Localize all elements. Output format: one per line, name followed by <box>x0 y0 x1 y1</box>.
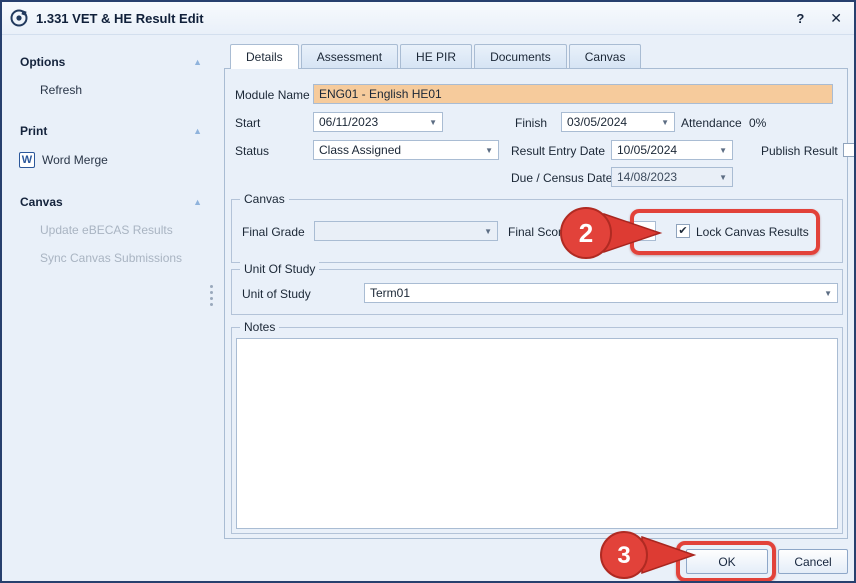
sidebar-section-options[interactable]: Options ▲ <box>10 48 212 76</box>
unit-of-study-group-title: Unit Of Study <box>240 262 319 276</box>
status-label: Status <box>235 141 269 161</box>
chevron-down-icon[interactable]: ▼ <box>819 289 832 298</box>
app-icon <box>10 9 28 27</box>
sidebar-item-refresh[interactable]: Refresh <box>10 76 212 104</box>
attendance-value: 0% <box>749 113 766 133</box>
result-entry-date-label: Result Entry Date <box>511 141 605 161</box>
unit-of-study-select[interactable]: Term01 ▼ <box>364 283 838 303</box>
chevron-down-icon[interactable]: ▼ <box>480 146 493 155</box>
module-name-label: Module Name <box>235 85 310 105</box>
status-select[interactable]: Class Assigned ▼ <box>313 140 499 160</box>
attendance-label: Attendance <box>681 113 742 133</box>
final-grade-select: ▼ <box>314 221 498 241</box>
due-census-date-picker: 14/08/2023 ▼ <box>611 167 733 187</box>
collapse-icon: ▲ <box>193 197 202 207</box>
finish-date-value: 03/05/2024 <box>567 115 627 129</box>
start-label: Start <box>235 113 260 133</box>
notes-groupbox: Notes <box>231 327 843 534</box>
sidebar-section-canvas-label: Canvas <box>20 195 63 209</box>
chevron-down-icon: ▼ <box>479 227 492 236</box>
tab-strip: Details Assessment HE PIR Documents Canv… <box>230 44 643 69</box>
canvas-groupbox: Canvas Final Grade ▼ Final Score ✔ Lock … <box>231 199 843 263</box>
title-bar: 1.331 VET & HE Result Edit ? ✕ <box>2 2 854 35</box>
sidebar-item-word-merge[interactable]: W Word Merge <box>10 145 212 175</box>
sidebar-item-sync-canvas-submissions: Sync Canvas Submissions <box>10 244 212 272</box>
chevron-down-icon[interactable]: ▼ <box>424 118 437 127</box>
publish-result-checkbox[interactable] <box>843 143 856 157</box>
due-census-date-value: 14/08/2023 <box>617 170 677 184</box>
canvas-group-title: Canvas <box>240 192 289 206</box>
final-grade-label: Final Grade <box>242 222 305 242</box>
final-score-field[interactable] <box>572 221 656 241</box>
collapse-icon: ▲ <box>193 126 202 136</box>
sidebar-section-print[interactable]: Print ▲ <box>10 117 212 145</box>
tab-details[interactable]: Details <box>230 44 299 69</box>
tab-canvas[interactable]: Canvas <box>569 44 642 68</box>
start-date-value: 06/11/2023 <box>319 115 378 129</box>
tab-he-pir[interactable]: HE PIR <box>400 44 472 68</box>
checkmark-icon: ✔ <box>678 226 687 237</box>
step3-number: 3 <box>617 542 630 569</box>
lock-canvas-results-label: Lock Canvas Results <box>696 222 809 242</box>
sidebar: Options ▲ Refresh Print ▲ W Word Merge C… <box>10 48 212 272</box>
help-icon[interactable]: ? <box>796 11 804 26</box>
tab-documents[interactable]: Documents <box>474 44 567 68</box>
publish-result-label: Publish Result <box>761 141 838 161</box>
finish-date-picker[interactable]: 03/05/2024 ▼ <box>561 112 675 132</box>
start-date-picker[interactable]: 06/11/2023 ▼ <box>313 112 443 132</box>
sidebar-item-word-merge-label: Word Merge <box>42 153 108 167</box>
collapse-icon: ▲ <box>193 57 202 67</box>
close-icon[interactable]: ✕ <box>830 10 842 27</box>
tab-assessment[interactable]: Assessment <box>301 44 398 68</box>
due-census-date-label: Due / Census Date <box>511 168 612 188</box>
unit-of-study-value: Term01 <box>370 286 410 300</box>
result-entry-date-picker[interactable]: 10/05/2024 ▼ <box>611 140 733 160</box>
chevron-down-icon[interactable]: ▼ <box>656 118 669 127</box>
unit-of-study-label: Unit of Study <box>242 284 311 304</box>
cancel-button[interactable]: Cancel <box>778 549 848 574</box>
sidebar-section-print-label: Print <box>20 124 47 138</box>
ok-button[interactable]: OK <box>686 549 768 574</box>
chevron-down-icon: ▼ <box>714 173 727 182</box>
word-icon: W <box>19 152 35 168</box>
splitter-handle[interactable] <box>208 285 215 306</box>
window-title: 1.331 VET & HE Result Edit <box>36 11 204 26</box>
notes-group-title: Notes <box>240 320 279 334</box>
status-value: Class Assigned <box>319 143 401 157</box>
details-panel: Module Name ENG01 - English HE01 Start 0… <box>224 68 848 539</box>
sidebar-section-canvas[interactable]: Canvas ▲ <box>10 188 212 216</box>
sidebar-item-update-ebecas-results: Update eBECAS Results <box>10 216 212 244</box>
lock-canvas-results-checkbox[interactable]: ✔ <box>676 224 690 238</box>
unit-of-study-groupbox: Unit Of Study Unit of Study Term01 ▼ <box>231 269 843 315</box>
module-name-value: ENG01 - English HE01 <box>319 87 442 101</box>
module-name-field[interactable]: ENG01 - English HE01 <box>313 84 833 104</box>
chevron-down-icon[interactable]: ▼ <box>714 146 727 155</box>
dialog-window: 1.331 VET & HE Result Edit ? ✕ Options ▲… <box>0 0 856 583</box>
sidebar-section-options-label: Options <box>20 55 65 69</box>
finish-label: Finish <box>515 113 547 133</box>
notes-textarea[interactable] <box>236 338 838 529</box>
result-entry-date-value: 10/05/2024 <box>617 143 677 157</box>
final-score-label: Final Score <box>508 222 569 242</box>
